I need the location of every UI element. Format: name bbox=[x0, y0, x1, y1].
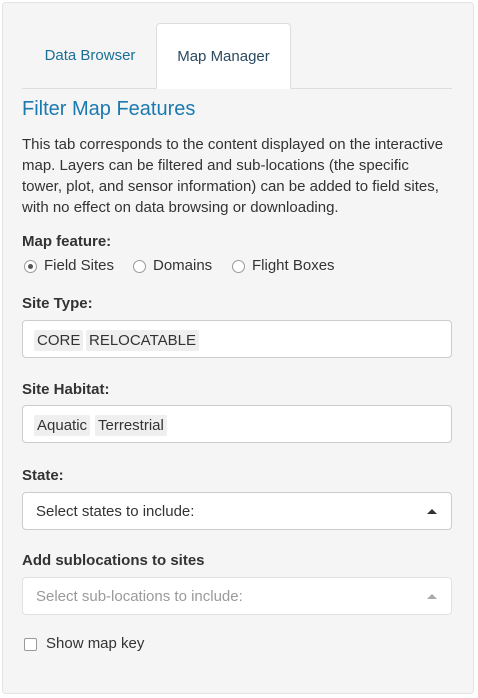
sublocations-select[interactable]: Select sub-locations to include: bbox=[22, 577, 452, 615]
site-type-chip-relocatable[interactable]: RELOCATABLE bbox=[86, 330, 199, 351]
tab-map-manager[interactable]: Map Manager bbox=[156, 23, 291, 89]
site-type-label: Site Type: bbox=[22, 295, 93, 312]
map-feature-label: Map feature: bbox=[22, 233, 112, 250]
site-type-select[interactable]: CORE RELOCATABLE bbox=[22, 320, 452, 358]
radio-label: Field Sites bbox=[44, 257, 115, 274]
caret-up-icon bbox=[427, 594, 437, 599]
site-habitat-select[interactable]: Aquatic Terrestrial bbox=[22, 405, 452, 443]
state-placeholder: Select states to include: bbox=[36, 503, 195, 520]
site-habitat-chip-terrestrial[interactable]: Terrestrial bbox=[95, 415, 167, 436]
tab-bar: Data Browser Map Manager bbox=[22, 23, 452, 89]
sublocations-label: Add sublocations to sites bbox=[22, 552, 205, 569]
radio-label: Flight Boxes bbox=[252, 257, 335, 274]
caret-up-icon bbox=[427, 509, 437, 514]
radio-checked-icon bbox=[24, 260, 37, 273]
site-habitat-label: Site Habitat: bbox=[22, 381, 110, 398]
sublocations-placeholder: Select sub-locations to include: bbox=[36, 588, 243, 605]
state-select[interactable]: Select states to include: bbox=[22, 492, 452, 530]
tab-data-browser[interactable]: Data Browser bbox=[24, 23, 156, 88]
section-title: Filter Map Features bbox=[22, 98, 196, 120]
radio-label: Domains bbox=[153, 257, 213, 274]
site-habitat-chip-aquatic[interactable]: Aquatic bbox=[34, 415, 91, 436]
radio-unchecked-icon bbox=[133, 260, 146, 273]
radio-unchecked-icon bbox=[232, 260, 245, 273]
site-type-chip-core[interactable]: CORE bbox=[34, 330, 84, 351]
section-description: This tab corresponds to the content disp… bbox=[22, 136, 444, 216]
checkbox-icon[interactable] bbox=[24, 638, 37, 651]
show-map-key-label: Show map key bbox=[46, 635, 145, 652]
state-label: State: bbox=[22, 467, 64, 484]
